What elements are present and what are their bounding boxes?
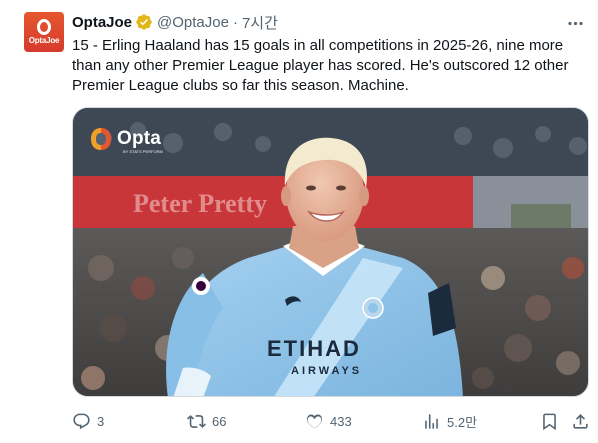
reply-icon [73,413,90,429]
tweet-media[interactable]: Peter Pretty ETIHAD AIRWAYS Opta BY STAT… [72,107,589,397]
jersey-sponsor-sub: AIRWAYS [291,365,362,377]
opta-watermark-text: Opta [117,128,162,149]
bookmark-icon [543,413,556,430]
like-button[interactable]: 433 [305,411,352,431]
reply-button[interactable]: 3 [72,411,104,431]
avatar[interactable]: OptaJoe [24,12,64,52]
repost-count: 66 [212,413,227,429]
handle[interactable]: @OptaJoe [157,14,229,31]
views-icon [425,413,438,429]
share-button[interactable] [571,411,590,431]
board-text: Peter Pretty [133,189,267,218]
views-count: 5.2만 [447,414,478,430]
opta-watermark: Opta BY STATS PERFORM [90,127,163,154]
opta-logo-icon [91,128,111,150]
verified-badge-icon[interactable] [135,13,153,31]
share-icon [573,413,588,429]
like-count: 433 [330,413,352,429]
more-icon[interactable] [564,12,586,34]
timestamp[interactable]: 7시간 [242,12,278,33]
tweet-header: OptaJoe @OptaJoe · 7시간 [72,12,278,32]
tweet-card[interactable]: OptaJoe OptaJoe @OptaJoe · 7시간 15 - Erli… [0,0,598,443]
separator-dot: · [232,13,238,31]
repost-button[interactable]: 66 [187,411,226,431]
display-name[interactable]: OptaJoe [72,14,132,31]
like-icon [306,414,323,429]
views-button[interactable]: 5.2만 [422,411,477,431]
jersey-sponsor: ETIHAD [267,336,361,361]
tweet-text: 15 - Erling Haaland has 15 goals in all … [72,37,569,94]
opta-logo-icon [37,19,51,35]
bookmark-button[interactable] [540,411,559,431]
repost-icon [187,414,206,428]
opta-watermark-sub: BY STATS PERFORM [123,149,163,154]
action-bar: 3 66 433 5.2만 [72,411,590,431]
reply-count: 3 [97,413,105,429]
avatar-label: OptaJoe [28,36,60,45]
